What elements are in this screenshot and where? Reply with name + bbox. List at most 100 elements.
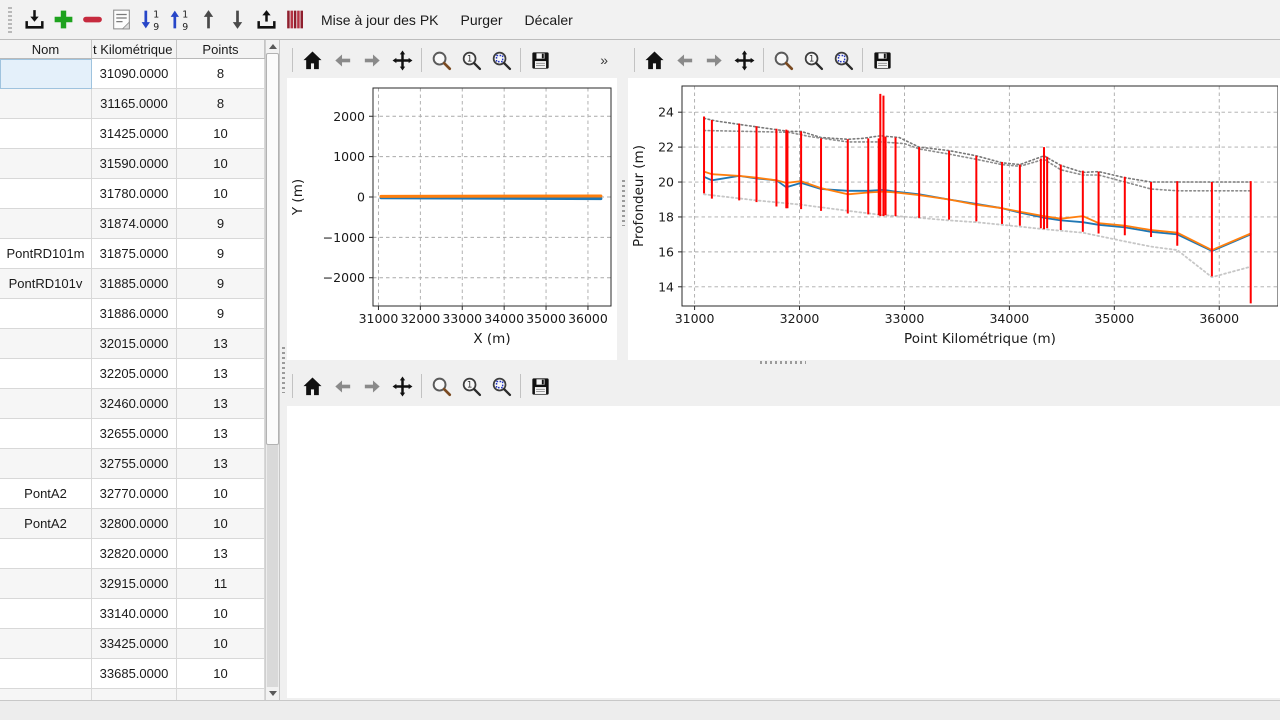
forward-button[interactable] (699, 45, 729, 75)
scroll-up-button[interactable] (266, 40, 279, 53)
nom-cell[interactable] (0, 299, 92, 329)
nom-cell[interactable] (0, 629, 92, 659)
points-cell[interactable]: 13 (177, 389, 265, 419)
splitter-handle[interactable] (622, 180, 625, 226)
column-header-nom[interactable]: Nom (0, 40, 92, 58)
column-header-points[interactable]: Points (177, 40, 265, 58)
zoom-selection-button[interactable] (828, 45, 858, 75)
remove-button[interactable] (78, 5, 107, 35)
pk-cell[interactable]: 31886.0000 (92, 299, 177, 329)
home-button[interactable] (297, 45, 327, 75)
pk-cell[interactable]: 31874.0000 (92, 209, 177, 239)
shift-button[interactable]: Décaler (514, 5, 584, 35)
nom-cell[interactable] (0, 89, 92, 119)
pk-cell[interactable]: 32460.0000 (92, 389, 177, 419)
zoom-one-button[interactable] (456, 371, 486, 401)
import-button[interactable] (20, 5, 49, 35)
points-cell[interactable]: 10 (177, 629, 265, 659)
nom-cell[interactable] (0, 179, 92, 209)
forward-button[interactable] (357, 371, 387, 401)
points-cell[interactable]: 10 (177, 179, 265, 209)
pk-cell[interactable]: 33685.0000 (92, 659, 177, 689)
pk-cell[interactable]: 32755.0000 (92, 449, 177, 479)
back-button[interactable] (327, 371, 357, 401)
zoom-one-button[interactable] (456, 45, 486, 75)
points-cell[interactable]: 10 (177, 149, 265, 179)
nom-cell[interactable] (0, 329, 92, 359)
nom-cell[interactable]: PontRD101v (0, 269, 92, 299)
zoom-button[interactable] (426, 371, 456, 401)
pk-cell[interactable]: 31780.0000 (92, 179, 177, 209)
points-cell[interactable]: 13 (177, 419, 265, 449)
points-cell[interactable]: 13 (177, 539, 265, 569)
scrollbar-thumb[interactable] (266, 53, 279, 445)
points-cell[interactable]: 11 (177, 569, 265, 599)
pk-cell[interactable]: 32770.0000 (92, 479, 177, 509)
pan-button[interactable] (387, 45, 417, 75)
sort-ascending-button[interactable] (165, 5, 194, 35)
pk-cell[interactable]: 33140.0000 (92, 599, 177, 629)
vertical-splitter-handle[interactable] (760, 361, 806, 364)
scroll-down-button[interactable] (266, 687, 279, 700)
nom-cell[interactable]: PontRD101m (0, 239, 92, 269)
points-cell[interactable]: 13 (177, 449, 265, 479)
nom-cell[interactable] (0, 539, 92, 569)
nom-cell[interactable] (0, 119, 92, 149)
toolbar-overflow-button[interactable]: » (600, 52, 608, 68)
nom-cell[interactable] (0, 209, 92, 239)
profile-plot[interactable]: 3100032000330003400035000360001416182022… (628, 78, 1278, 358)
update-pk-button[interactable]: Mise à jour des PK (310, 5, 450, 35)
pk-cell[interactable]: 31590.0000 (92, 149, 177, 179)
nom-cell[interactable] (0, 59, 92, 89)
pk-cell[interactable]: 31875.0000 (92, 239, 177, 269)
pk-cell[interactable] (92, 689, 177, 700)
back-button[interactable] (327, 45, 357, 75)
nom-cell[interactable] (0, 569, 92, 599)
nom-cell[interactable] (0, 389, 92, 419)
scrollbar-groove[interactable] (267, 445, 278, 687)
pk-cell[interactable]: 32205.0000 (92, 359, 177, 389)
nom-cell[interactable] (0, 149, 92, 179)
points-cell[interactable]: 8 (177, 89, 265, 119)
splitter-handle[interactable] (282, 347, 285, 393)
zoom-selection-button[interactable] (486, 45, 516, 75)
points-cell[interactable]: 10 (177, 509, 265, 539)
points-cell[interactable]: 9 (177, 209, 265, 239)
nom-cell[interactable] (0, 599, 92, 629)
sort-descending-button[interactable] (136, 5, 165, 35)
pk-cell[interactable]: 32800.0000 (92, 509, 177, 539)
zoom-selection-button[interactable] (486, 371, 516, 401)
points-cell[interactable]: 9 (177, 269, 265, 299)
points-cell[interactable]: 13 (177, 359, 265, 389)
pk-cell[interactable]: 32820.0000 (92, 539, 177, 569)
pk-cell[interactable]: 31165.0000 (92, 89, 177, 119)
pk-cell[interactable]: 31090.0000 (92, 59, 177, 89)
nom-cell[interactable] (0, 449, 92, 479)
pan-button[interactable] (729, 45, 759, 75)
forward-button[interactable] (357, 45, 387, 75)
save-button[interactable] (525, 371, 555, 401)
points-cell[interactable] (177, 689, 265, 700)
zoom-one-button[interactable] (798, 45, 828, 75)
xy-plot[interactable]: 310003200033000340003500036000−2000−1000… (287, 78, 617, 358)
column-header-pk[interactable]: t Kilométrique (92, 40, 177, 58)
nom-cell[interactable] (0, 659, 92, 689)
table-scrollbar[interactable] (265, 40, 279, 700)
bottom-plot-canvas[interactable] (287, 406, 1280, 698)
save-button[interactable] (867, 45, 897, 75)
points-cell[interactable]: 10 (177, 599, 265, 629)
pk-cell[interactable]: 33425.0000 (92, 629, 177, 659)
notes-button[interactable] (107, 5, 136, 35)
points-cell[interactable]: 13 (177, 329, 265, 359)
nom-cell[interactable] (0, 359, 92, 389)
purge-button[interactable]: Purger (450, 5, 514, 35)
pk-cell[interactable]: 31885.0000 (92, 269, 177, 299)
points-cell[interactable]: 10 (177, 659, 265, 689)
points-cell[interactable]: 10 (177, 119, 265, 149)
home-button[interactable] (297, 371, 327, 401)
pan-button[interactable] (387, 371, 417, 401)
home-button[interactable] (639, 45, 669, 75)
save-button[interactable] (525, 45, 555, 75)
toolbar-drag-handle[interactable] (8, 7, 12, 33)
back-button[interactable] (669, 45, 699, 75)
